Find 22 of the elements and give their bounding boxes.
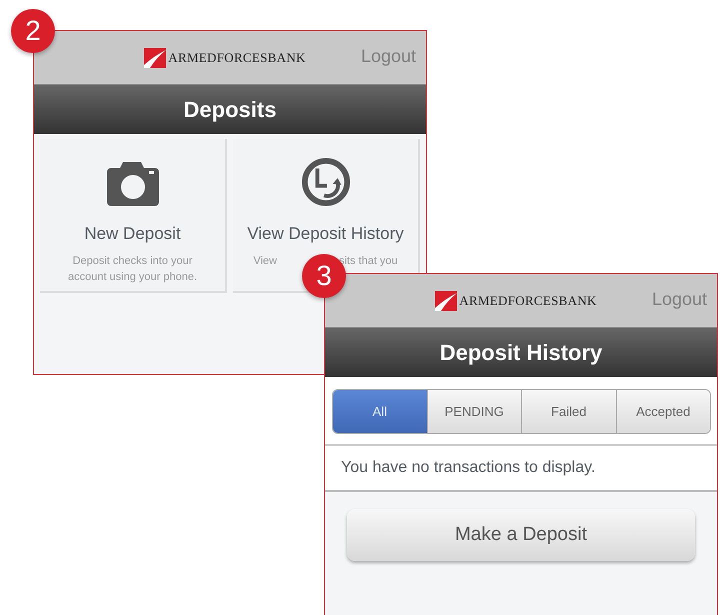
card-description: account using your phone.: [68, 270, 198, 285]
filter-tab[interactable]: Accepted: [616, 390, 710, 433]
logo-text: ARMEDFORCESBANK: [168, 50, 306, 66]
logo-icon: [144, 48, 166, 68]
step-badge: 2: [11, 9, 55, 53]
logout-link[interactable]: Logout: [652, 289, 707, 310]
card-title: New Deposit: [84, 224, 181, 244]
page-title: Deposits: [34, 85, 426, 134]
clock-icon: [300, 157, 352, 207]
filter-tab[interactable]: PENDING: [426, 390, 521, 433]
logo-text: ARMEDFORCESBANK: [459, 292, 597, 308]
card-description: Deposit checks into your: [72, 254, 192, 269]
page-title: Deposit History: [325, 328, 717, 377]
empty-message: You have no transactions to display.: [325, 446, 717, 492]
option-card[interactable]: New Deposit Deposit checks into your account using your phone.: [40, 139, 227, 293]
card-title: View Deposit History: [247, 224, 404, 244]
filter-tab[interactable]: Failed: [521, 390, 616, 433]
logo-icon: [435, 290, 458, 310]
card-description: View: [253, 254, 277, 269]
filter-tab[interactable]: All: [333, 390, 426, 433]
logout-link[interactable]: Logout: [360, 46, 416, 67]
make-deposit-button[interactable]: Make a Deposit: [347, 509, 695, 561]
